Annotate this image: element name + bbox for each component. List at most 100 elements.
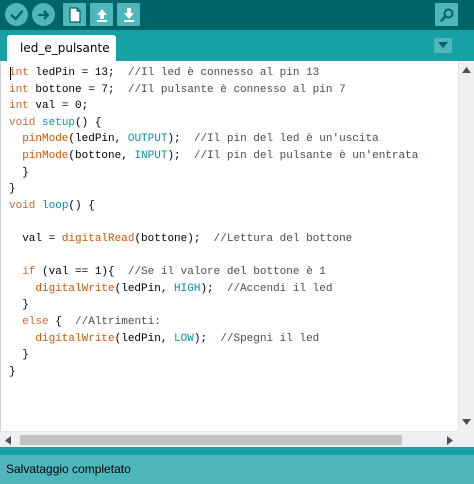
magnifier-icon: [439, 8, 453, 22]
code-line: }: [9, 165, 455, 182]
code-token: (ledPin,: [68, 133, 128, 146]
code-token: (bottone);: [134, 232, 214, 245]
code-token: //Il led è connesso al pin 13: [127, 67, 320, 79]
code-token: int: [9, 83, 29, 96]
code-token: //Spegni il led: [220, 332, 320, 345]
tab-led-e-pulsante[interactable]: led_e_pulsante: [7, 35, 116, 61]
code-line: }: [9, 364, 455, 381]
code-token: //Se il valore del bottone è 1: [127, 266, 326, 279]
code-token: {: [55, 315, 76, 328]
checkmark-icon: [10, 9, 23, 20]
code-token: pinMode: [22, 133, 69, 146]
code-line: }: [9, 297, 455, 314]
code-token: digitalRead: [61, 232, 135, 245]
code-editor[interactable]: int ledPin = 13; //Il led è connesso al …: [0, 61, 474, 431]
status-bar: Salvataggio completato: [0, 455, 474, 484]
code-line: val = digitalRead(bottone); //Lettura de…: [9, 231, 455, 248]
code-line: }: [9, 181, 455, 198]
tab-bar: led_e_pulsante: [0, 30, 474, 61]
scroll-down-arrow-icon[interactable]: [462, 419, 471, 425]
code-token: );: [200, 282, 227, 295]
code-line: digitalWrite(ledPin, LOW); //Spegni il l…: [9, 331, 455, 348]
horizontal-scroll-thumb[interactable]: [20, 435, 402, 445]
code-token: (ledPin,: [114, 332, 175, 345]
console-divider[interactable]: [0, 447, 474, 455]
code-line: void loop() {: [9, 198, 455, 215]
status-message: Salvataggio completato: [6, 462, 131, 476]
code-line: int bottone = 7; //Il pulsante è conness…: [9, 82, 455, 99]
code-token: }: [9, 365, 16, 378]
code-token: (bottone,: [68, 149, 135, 162]
code-token: val =: [9, 232, 62, 245]
code-token: }: [9, 166, 29, 179]
code-line: int ledPin = 13; //Il led è connesso al …: [9, 65, 455, 82]
code-line: void setup() {: [9, 115, 455, 132]
scroll-right-arrow-icon[interactable]: [447, 436, 453, 445]
code-token: () {: [68, 199, 95, 212]
code-token: );: [193, 332, 221, 345]
scroll-left-arrow-icon[interactable]: [5, 436, 11, 445]
tab-menu-button[interactable]: [434, 38, 452, 53]
code-line: }: [9, 347, 455, 364]
code-line: digitalWrite(ledPin, HIGH); //Accendi il…: [9, 281, 455, 298]
code-text[interactable]: int ledPin = 13; //Il led è connesso al …: [9, 65, 455, 425]
upload-button[interactable]: [32, 3, 55, 26]
code-token: loop: [42, 199, 69, 212]
code-token: OUTPUT: [127, 133, 168, 146]
code-token: //Accendi il led: [226, 282, 333, 295]
code-line: else { //Altrimenti:: [9, 314, 455, 331]
save-button[interactable]: [117, 3, 140, 26]
code-token: int: [9, 67, 29, 79]
code-line: pinMode(bottone, INPUT); //Il pin del pu…: [9, 148, 455, 165]
text-caret: [10, 67, 11, 80]
arrow-up-icon: [96, 8, 107, 22]
scroll-up-arrow-icon[interactable]: [462, 67, 471, 73]
code-token: (ledPin,: [114, 282, 175, 295]
code-token: void: [9, 199, 36, 212]
code-token: void: [9, 116, 36, 129]
code-token: bottone = 7;: [35, 83, 128, 96]
open-button[interactable]: [90, 3, 113, 26]
arrow-right-icon: [37, 9, 49, 20]
code-token: HIGH: [174, 282, 201, 295]
code-token: val = 0;: [35, 100, 89, 113]
code-token: }: [9, 183, 16, 196]
code-token: //Lettura del bottone: [213, 232, 353, 245]
code-token: (val == 1){: [42, 266, 128, 279]
code-token: digitalWrite: [35, 282, 115, 295]
verify-button[interactable]: [5, 3, 28, 26]
code-token: //Altrimenti:: [75, 315, 161, 328]
code-token: }: [9, 299, 29, 312]
code-token: );: [167, 149, 188, 162]
code-token: digitalWrite: [35, 332, 115, 345]
code-token: int: [9, 100, 29, 113]
chevron-down-icon: [438, 42, 448, 48]
code-token: setup: [42, 116, 76, 129]
code-token: pinMode: [22, 149, 69, 162]
code-token: //Il pin del pulsante è un'entrata: [187, 149, 419, 162]
toolbar: [0, 0, 474, 30]
code-token: //Il pulsante è connesso al pin 7: [127, 83, 346, 96]
new-file-icon: [68, 6, 81, 23]
code-token: if: [22, 266, 36, 279]
code-line: if (val == 1){ //Se il valore del botton…: [9, 264, 455, 281]
code-token: );: [167, 133, 188, 146]
horizontal-scrollbar[interactable]: [0, 431, 458, 447]
code-token: LOW: [174, 332, 194, 345]
vertical-scrollbar[interactable]: [458, 61, 474, 431]
serial-monitor-button[interactable]: [435, 3, 458, 26]
code-token: //Il pin del led è un'uscita: [187, 133, 379, 146]
scrollbar-corner: [458, 431, 474, 447]
code-token: INPUT: [134, 149, 168, 162]
code-token: else: [22, 315, 49, 328]
tab-label: led_e_pulsante: [20, 41, 110, 55]
new-button[interactable]: [63, 3, 86, 26]
arrow-down-icon: [123, 7, 134, 22]
